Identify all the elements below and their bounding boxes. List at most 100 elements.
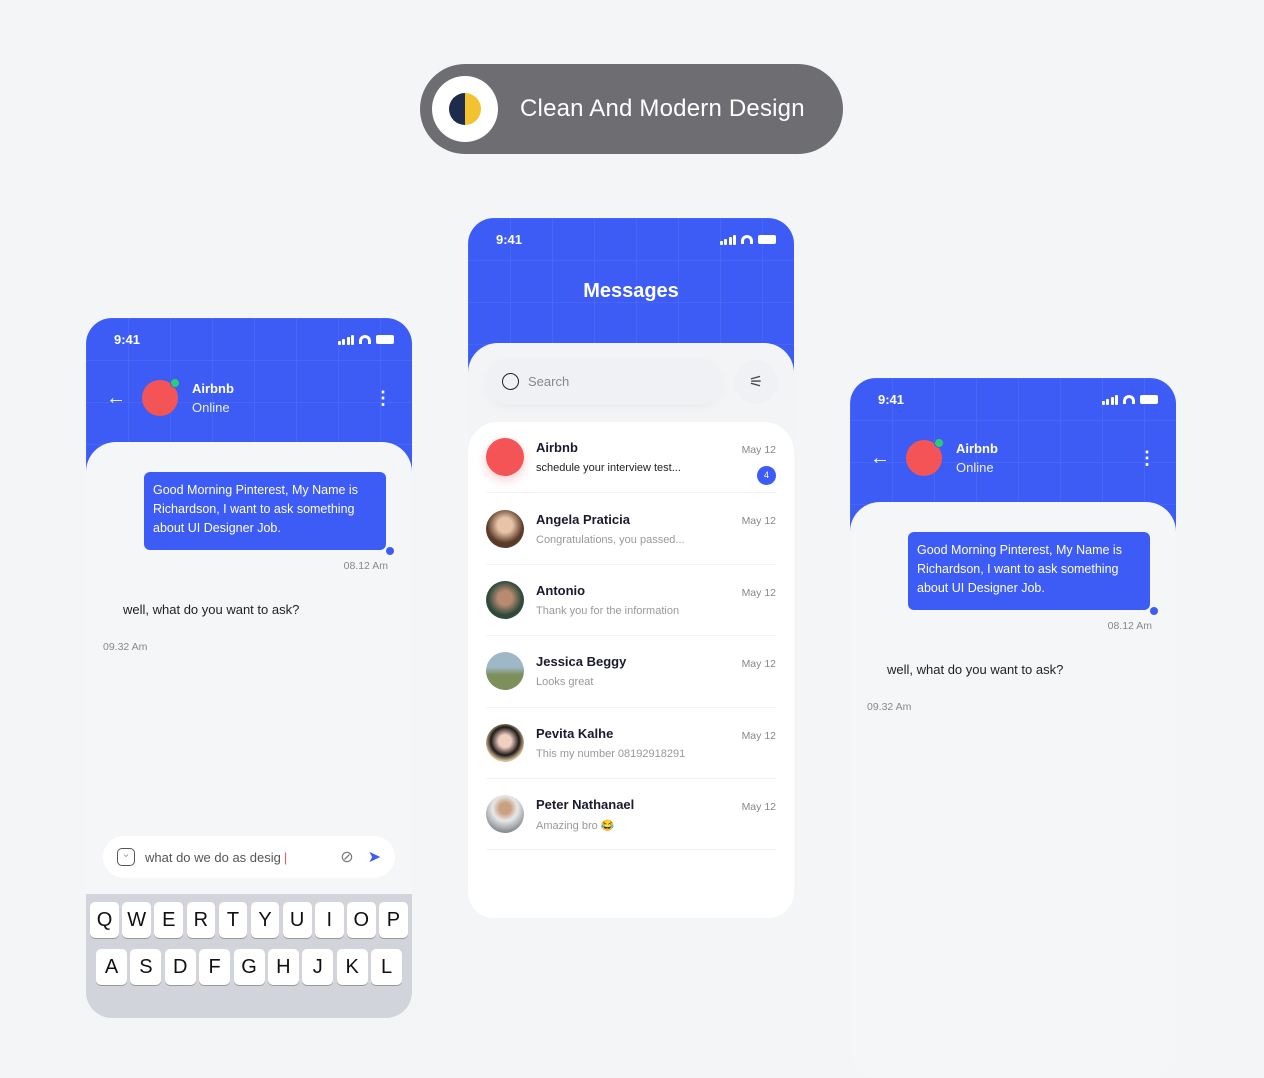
chat-body: Good Morning Pinterest, My Name is Richa…	[850, 502, 1176, 1078]
message-date: May 12	[741, 658, 776, 671]
banner-label: Clean And Modern Design	[520, 95, 805, 122]
message-preview: schedule your interview test...	[536, 462, 681, 475]
avatar	[486, 509, 524, 548]
key[interactable]: D	[164, 949, 196, 985]
conversation-item[interactable]: Peter Nathanael Amazing bro 😂 May 12	[486, 779, 776, 851]
key[interactable]: K	[336, 949, 368, 985]
chat-body: Good Morning Pinterest, My Name is Richa…	[86, 442, 412, 1018]
messages-screen: 9:41 Messages Search ⚟ Airbnb schedule yo…	[468, 218, 794, 918]
key[interactable]: W	[122, 902, 152, 938]
contact-name: Airbnb	[956, 441, 998, 456]
received-time: 09.32 Am	[867, 701, 912, 713]
contact-name: Angela Praticia	[536, 511, 630, 527]
message-input[interactable]: ᵕ what do we do as desig | ⊘ ➤	[103, 836, 395, 878]
key[interactable]: T	[218, 902, 248, 938]
key[interactable]: E	[154, 902, 184, 938]
received-message: well, what do you want to ask?	[887, 662, 1064, 677]
received-message: well, what do you want to ask?	[123, 602, 300, 617]
wifi-icon	[359, 335, 371, 344]
online-indicator	[170, 378, 180, 388]
wifi-icon	[1123, 395, 1135, 404]
key[interactable]: S	[130, 949, 162, 985]
filter-button[interactable]: ⚟	[734, 360, 778, 404]
sliders-icon: ⚟	[748, 374, 764, 391]
contact-status: Online	[192, 400, 230, 415]
back-arrow-icon[interactable]: ←	[106, 387, 142, 410]
contact-name: Airbnb	[192, 381, 234, 396]
search-icon	[502, 373, 519, 390]
key[interactable]: A	[96, 949, 127, 985]
keyboard: QWERTYUIOP ASDFGHJKL	[86, 894, 412, 1018]
chat-header: ← Airbnb Online ⋮	[106, 378, 392, 416]
unread-badge: 4	[757, 466, 776, 485]
contact-name: Jessica Beggy	[536, 654, 627, 670]
conversation-item[interactable]: Airbnb schedule your interview test... May…	[486, 422, 776, 494]
avatar	[486, 652, 524, 691]
avatar	[486, 438, 524, 477]
contact-name: Pevita Kalhe	[536, 725, 614, 741]
key[interactable]: H	[267, 949, 299, 985]
more-options-icon[interactable]: ⋮	[374, 389, 392, 407]
message-preview: Congratulations, you passed...	[536, 533, 685, 546]
conversation-item[interactable]: Pevita Kalhe This my number 08192918291 Ma…	[486, 708, 776, 779]
avatar	[906, 438, 944, 476]
message-date: May 12	[741, 515, 776, 528]
status-bar: 9:41	[496, 232, 776, 247]
status-time: 9:41	[878, 392, 905, 407]
sent-time: 08.12 Am	[343, 560, 388, 572]
status-time: 9:41	[114, 332, 141, 347]
key[interactable]: U	[282, 902, 312, 938]
key[interactable]: L	[371, 949, 402, 985]
key[interactable]: G	[233, 949, 265, 985]
search-input[interactable]: Search	[486, 358, 722, 405]
text-caret: |	[283, 849, 288, 865]
message-date: May 12	[741, 729, 776, 742]
more-options-icon[interactable]: ⋮	[1138, 449, 1156, 467]
contact-name: Antonio	[536, 582, 586, 598]
key[interactable]: Q	[90, 902, 119, 938]
chat-screen-left: 9:41 ← Airbnb Online ⋮ Good Morning Pinte…	[86, 318, 412, 1018]
message-input-value[interactable]: what do we do as desig	[145, 850, 281, 865]
send-icon[interactable]: ➤	[368, 847, 381, 867]
contact-name: Airbnb	[536, 440, 578, 456]
contact-status: Online	[956, 460, 994, 475]
message-date: May 12	[741, 586, 776, 599]
key[interactable]: I	[314, 902, 344, 938]
search-placeholder: Search	[528, 374, 570, 389]
keyboard-row-2: ASDFGHJKL	[89, 949, 409, 985]
key[interactable]: O	[346, 902, 376, 938]
key[interactable]: R	[186, 902, 216, 938]
avatar	[486, 795, 524, 834]
message-preview: Amazing bro 😂	[536, 819, 615, 832]
conversation-item[interactable]: Jessica Beggy Looks great May 12	[486, 636, 776, 708]
page-title: Messages	[583, 280, 679, 302]
message-date: May 12	[741, 800, 776, 813]
conversation-item[interactable]: Antonio Thank you for the information May …	[486, 565, 776, 637]
key[interactable]: J	[302, 949, 334, 985]
battery-icon	[758, 235, 776, 244]
attachment-icon[interactable]: ⊘	[340, 847, 353, 867]
moon-icon	[449, 93, 481, 125]
sent-message: Good Morning Pinterest, My Name is Richa…	[908, 532, 1150, 610]
status-bar: 9:41	[878, 392, 1158, 407]
key[interactable]: F	[199, 949, 231, 985]
conversation-list: Airbnb schedule your interview test... May…	[468, 422, 794, 918]
emoji-icon[interactable]: ᵕ	[117, 848, 135, 866]
conversation-item[interactable]: Angela Praticia Congratulations, you pass…	[486, 493, 776, 565]
message-preview: Looks great	[536, 676, 594, 689]
key[interactable]: Y	[250, 902, 280, 938]
read-indicator	[1150, 607, 1158, 615]
key[interactable]: P	[379, 902, 408, 938]
banner-logo	[432, 76, 498, 142]
back-arrow-icon[interactable]: ←	[870, 447, 906, 470]
battery-icon	[376, 335, 394, 344]
online-indicator	[934, 438, 944, 448]
keyboard-row-1: QWERTYUIOP	[89, 902, 409, 938]
signal-icon	[719, 234, 736, 245]
chat-header: ← Airbnb Online ⋮	[870, 438, 1156, 476]
avatar	[486, 580, 524, 619]
message-preview: Thank you for the information	[536, 604, 680, 617]
sent-time: 08.12 Am	[1107, 620, 1152, 632]
signal-icon	[1101, 394, 1118, 405]
chat-screen-right: 9:41 ← Airbnb Online ⋮ Good Morning Pinte…	[850, 378, 1176, 1078]
